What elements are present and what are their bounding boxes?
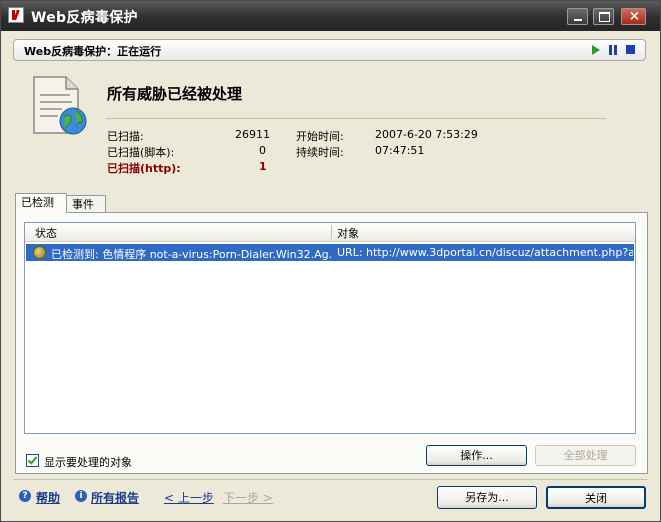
summary-headline: 所有威胁已经被处理 bbox=[107, 85, 243, 103]
next-step-link[interactable]: 下一步 > bbox=[223, 489, 273, 506]
scanned-http-label: 已扫描(http): bbox=[107, 162, 181, 175]
column-separator[interactable] bbox=[331, 225, 332, 239]
list-header: 状态 对象 bbox=[25, 223, 635, 242]
scanned-scripts-label: 已扫描(脚本): bbox=[107, 146, 175, 159]
tab-events[interactable]: 事件 bbox=[66, 195, 106, 213]
close-button[interactable]: 关闭 bbox=[546, 486, 646, 509]
scanned-http-value: 1 bbox=[259, 160, 267, 173]
close-window-button[interactable]: × bbox=[621, 8, 646, 25]
title-bar[interactable]: Web反病毒保护 × bbox=[1, 1, 660, 31]
duration-label: 持续时间: bbox=[296, 146, 344, 159]
web-document-icon bbox=[33, 76, 87, 135]
play-icon[interactable] bbox=[592, 45, 600, 55]
show-pending-checkbox[interactable] bbox=[26, 454, 39, 467]
row-object: URL: http://www.3dportal.cn/discuz/attac… bbox=[337, 246, 633, 259]
window-title: Web反病毒保护 bbox=[31, 10, 138, 26]
start-time-label: 开始时间: bbox=[296, 130, 344, 143]
show-pending-label[interactable]: 显示要处理的对象 bbox=[44, 454, 132, 470]
minimize-icon bbox=[574, 19, 582, 21]
column-object[interactable]: 对象 bbox=[337, 225, 359, 241]
detected-objects-list[interactable]: 状态 对象 已检测到: 色情程序 not-a-virus:Porn-Dialer… bbox=[24, 222, 636, 434]
minimize-button[interactable] bbox=[567, 8, 588, 25]
start-time-value: 2007-6-20 7:53:29 bbox=[375, 128, 478, 141]
protection-status-bar: Web反病毒保护：正在运行 bbox=[13, 39, 646, 61]
help-icon[interactable]: ? bbox=[19, 490, 31, 502]
help-link[interactable]: 帮助 bbox=[36, 489, 60, 506]
duration-value: 07:47:51 bbox=[375, 144, 425, 157]
scanned-label: 已扫描: bbox=[107, 130, 144, 143]
app-window: Web反病毒保护 × Web反病毒保护：正在运行 所有威胁已经被处理 已扫描: … bbox=[0, 0, 661, 522]
stop-icon[interactable] bbox=[626, 45, 635, 54]
info-icon[interactable]: i bbox=[75, 490, 87, 502]
maximize-icon bbox=[599, 12, 610, 22]
column-status[interactable]: 状态 bbox=[35, 225, 57, 241]
tab-detected[interactable]: 已检测 bbox=[15, 193, 67, 213]
all-reports-link[interactable]: 所有报告 bbox=[91, 489, 139, 506]
footer-divider bbox=[13, 479, 648, 480]
scanned-value: 26911 bbox=[235, 128, 270, 141]
operate-button[interactable]: 操作... bbox=[426, 445, 527, 466]
table-row[interactable]: 已检测到: 色情程序 not-a-virus:Porn-Dialer.Win32… bbox=[26, 244, 634, 261]
threat-icon bbox=[33, 246, 46, 259]
save-as-button[interactable]: 另存为... bbox=[437, 486, 537, 509]
close-icon: × bbox=[629, 9, 640, 24]
scanned-scripts-value: 0 bbox=[259, 144, 266, 157]
kaspersky-logo-icon bbox=[8, 7, 24, 23]
process-all-button[interactable]: 全部处理 bbox=[535, 445, 636, 466]
pause-icon[interactable] bbox=[608, 45, 618, 55]
row-status: 已检测到: 色情程序 not-a-virus:Porn-Dialer.Win32… bbox=[51, 248, 331, 261]
protection-status-text: Web反病毒保护：正在运行 bbox=[24, 45, 162, 58]
headline-divider bbox=[106, 118, 606, 119]
previous-step-link[interactable]: < 上一步 bbox=[164, 489, 214, 506]
maximize-button[interactable] bbox=[593, 8, 614, 25]
